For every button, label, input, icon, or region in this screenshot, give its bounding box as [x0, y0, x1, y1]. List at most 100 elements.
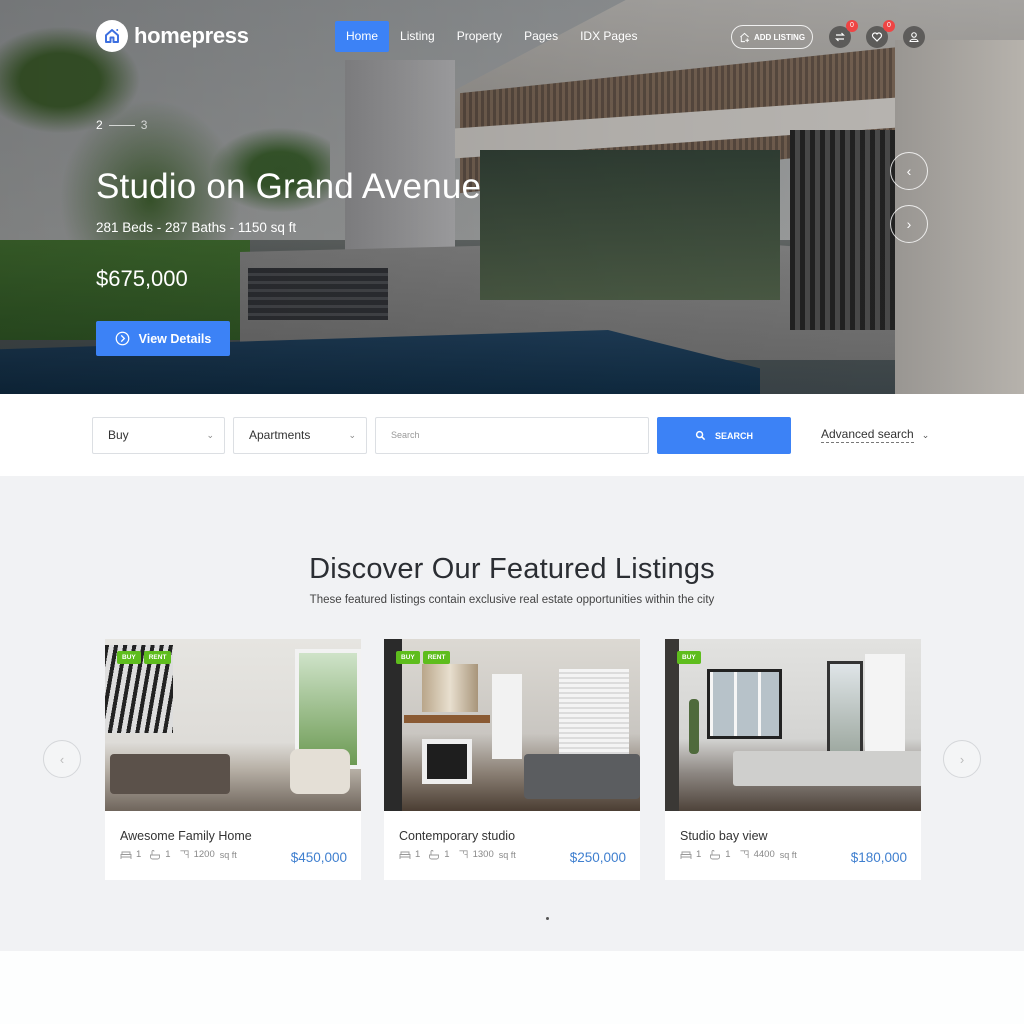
slide-current: 2 — [96, 118, 103, 132]
carousel-next-button[interactable]: › — [943, 740, 981, 778]
photo-window — [707, 669, 782, 739]
chevron-circle-right-icon — [115, 331, 129, 346]
chevron-right-icon: › — [959, 751, 965, 767]
photo-window — [492, 674, 522, 759]
photo-chair — [290, 749, 350, 794]
photo-fireplace — [422, 739, 472, 784]
listing-area: 1200 — [193, 849, 215, 860]
section-subtitle: These featured listings contain exclusiv… — [309, 594, 715, 606]
listing-meta: 1 1 1300 sq ft — [399, 849, 516, 860]
tag-rent: RENT — [143, 651, 172, 664]
user-icon — [909, 32, 919, 43]
search-button[interactable]: SEARCH — [657, 417, 791, 454]
logo[interactable]: homepress — [96, 20, 249, 52]
compare-button[interactable]: 0 — [829, 20, 858, 48]
listing-card[interactable]: BUY RENT Contemporary studio 1 1 1300 sq… — [384, 639, 640, 880]
type-select[interactable]: Buy ⌄ — [92, 417, 225, 454]
hero-meta: 281 Beds - 287 Baths - 1150 sq ft — [96, 220, 297, 235]
hero-price: $675,000 — [96, 266, 188, 291]
favorites-button[interactable]: 0 — [866, 20, 895, 48]
search-input[interactable]: Search — [375, 417, 649, 454]
view-details-label: View Details — [138, 331, 212, 346]
listing-beds: 1 — [415, 849, 421, 860]
nav-home[interactable]: Home — [335, 21, 390, 52]
listing-tags: BUY — [677, 651, 701, 664]
listing-price: $450,000 — [290, 850, 347, 865]
slide-divider — [108, 124, 135, 126]
house-plus-icon — [740, 32, 750, 42]
nav-pages[interactable]: Pages — [513, 21, 569, 52]
search-icon — [695, 430, 706, 441]
advanced-search-toggle[interactable]: Advanced search ⌄ — [821, 427, 929, 443]
slide-total: 3 — [140, 118, 148, 132]
nav-idx-pages[interactable]: IDX Pages — [569, 21, 648, 52]
listing-title[interactable]: Studio bay view — [680, 829, 768, 843]
photo-barn-door — [865, 654, 905, 764]
photo-artwork — [422, 664, 478, 712]
bed-icon — [120, 851, 132, 859]
listing-beds: 1 — [696, 849, 702, 860]
listing-price: $250,000 — [569, 850, 626, 865]
slide-counter: 2 3 — [96, 118, 147, 132]
listing-tags: BUY RENT — [117, 651, 172, 664]
search-placeholder: Search — [391, 430, 420, 440]
compare-arrows-icon — [835, 32, 845, 42]
photo-sofa — [110, 754, 230, 794]
area-icon — [179, 850, 189, 859]
home-icon — [105, 29, 119, 43]
bed-icon — [680, 851, 692, 859]
photo-mantel — [404, 715, 490, 723]
listing-area: 4400 — [753, 849, 775, 860]
add-listing-button[interactable]: ADD LISTING — [731, 25, 813, 49]
listing-baths: 1 — [725, 849, 731, 860]
listing-title[interactable]: Awesome Family Home — [120, 829, 252, 843]
main-nav: Home Listing Property Pages IDX Pages — [335, 21, 648, 52]
compare-count-badge: 0 — [846, 20, 858, 32]
hero-title: Studio on Grand Avenue — [96, 167, 482, 206]
search-button-label: SEARCH — [714, 430, 753, 441]
photo-wall-edge — [384, 639, 402, 811]
chevron-right-icon: › — [906, 216, 912, 232]
listing-card[interactable]: BUY RENT Awesome Family Home 1 1 1200 sq… — [105, 639, 361, 880]
listing-photo[interactable]: BUY RENT — [384, 639, 640, 811]
category-select[interactable]: Apartments ⌄ — [233, 417, 367, 454]
carousel-pagination-dot[interactable] — [546, 917, 549, 920]
chevron-left-icon: ‹ — [59, 751, 65, 767]
hero-next-button[interactable]: › — [890, 205, 928, 243]
photo-sofa — [524, 754, 640, 799]
logo-text: homepress — [134, 23, 249, 48]
photo-blinds — [559, 669, 629, 759]
category-select-value: Apartments — [249, 428, 311, 442]
view-details-button[interactable]: View Details — [96, 321, 230, 356]
bed-icon — [399, 851, 411, 859]
chevron-down-icon: ⌄ — [348, 430, 356, 440]
listing-area-unit: sq ft — [498, 849, 516, 860]
listing-price: $180,000 — [850, 850, 907, 865]
listing-baths: 1 — [165, 849, 171, 860]
listing-photo[interactable]: BUY RENT — [105, 639, 361, 811]
chevron-left-icon: ‹ — [906, 163, 912, 179]
tag-buy: BUY — [396, 651, 420, 664]
hero-prev-button[interactable]: ‹ — [890, 152, 928, 190]
nav-property[interactable]: Property — [446, 21, 513, 52]
area-icon — [739, 850, 749, 859]
bath-icon — [710, 850, 721, 860]
listing-title[interactable]: Contemporary studio — [399, 829, 515, 843]
nav-listing[interactable]: Listing — [389, 21, 446, 52]
listing-photo[interactable]: BUY — [665, 639, 921, 811]
tag-buy: BUY — [117, 651, 141, 664]
listing-baths: 1 — [444, 849, 450, 860]
listing-card[interactable]: BUY Studio bay view 1 1 4400 sq ft $180,… — [665, 639, 921, 880]
add-listing-label: ADD LISTING — [753, 32, 806, 42]
listing-area-unit: sq ft — [219, 849, 237, 860]
account-button[interactable] — [903, 26, 925, 48]
type-select-value: Buy — [108, 428, 129, 442]
heart-icon — [871, 32, 883, 42]
carousel-prev-button[interactable]: ‹ — [43, 740, 81, 778]
advanced-search-label: Advanced search — [821, 427, 914, 443]
section-title: Discover Our Featured Listings — [309, 553, 715, 585]
bath-icon — [150, 850, 161, 860]
chevron-down-icon: ⌄ — [921, 429, 930, 440]
photo-door — [827, 661, 863, 761]
favorites-count-badge: 0 — [883, 20, 895, 32]
